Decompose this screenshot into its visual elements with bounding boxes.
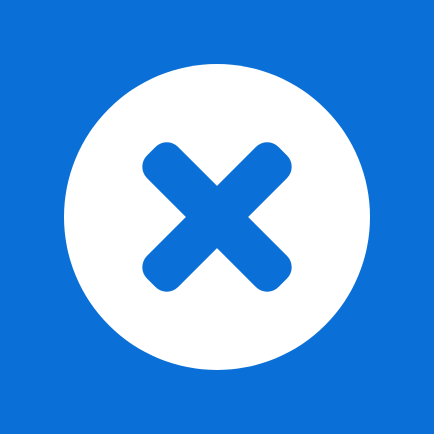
app-icon-tile[interactable] — [0, 0, 434, 434]
close-x-icon — [142, 142, 292, 292]
close-circle-button[interactable] — [64, 64, 370, 370]
